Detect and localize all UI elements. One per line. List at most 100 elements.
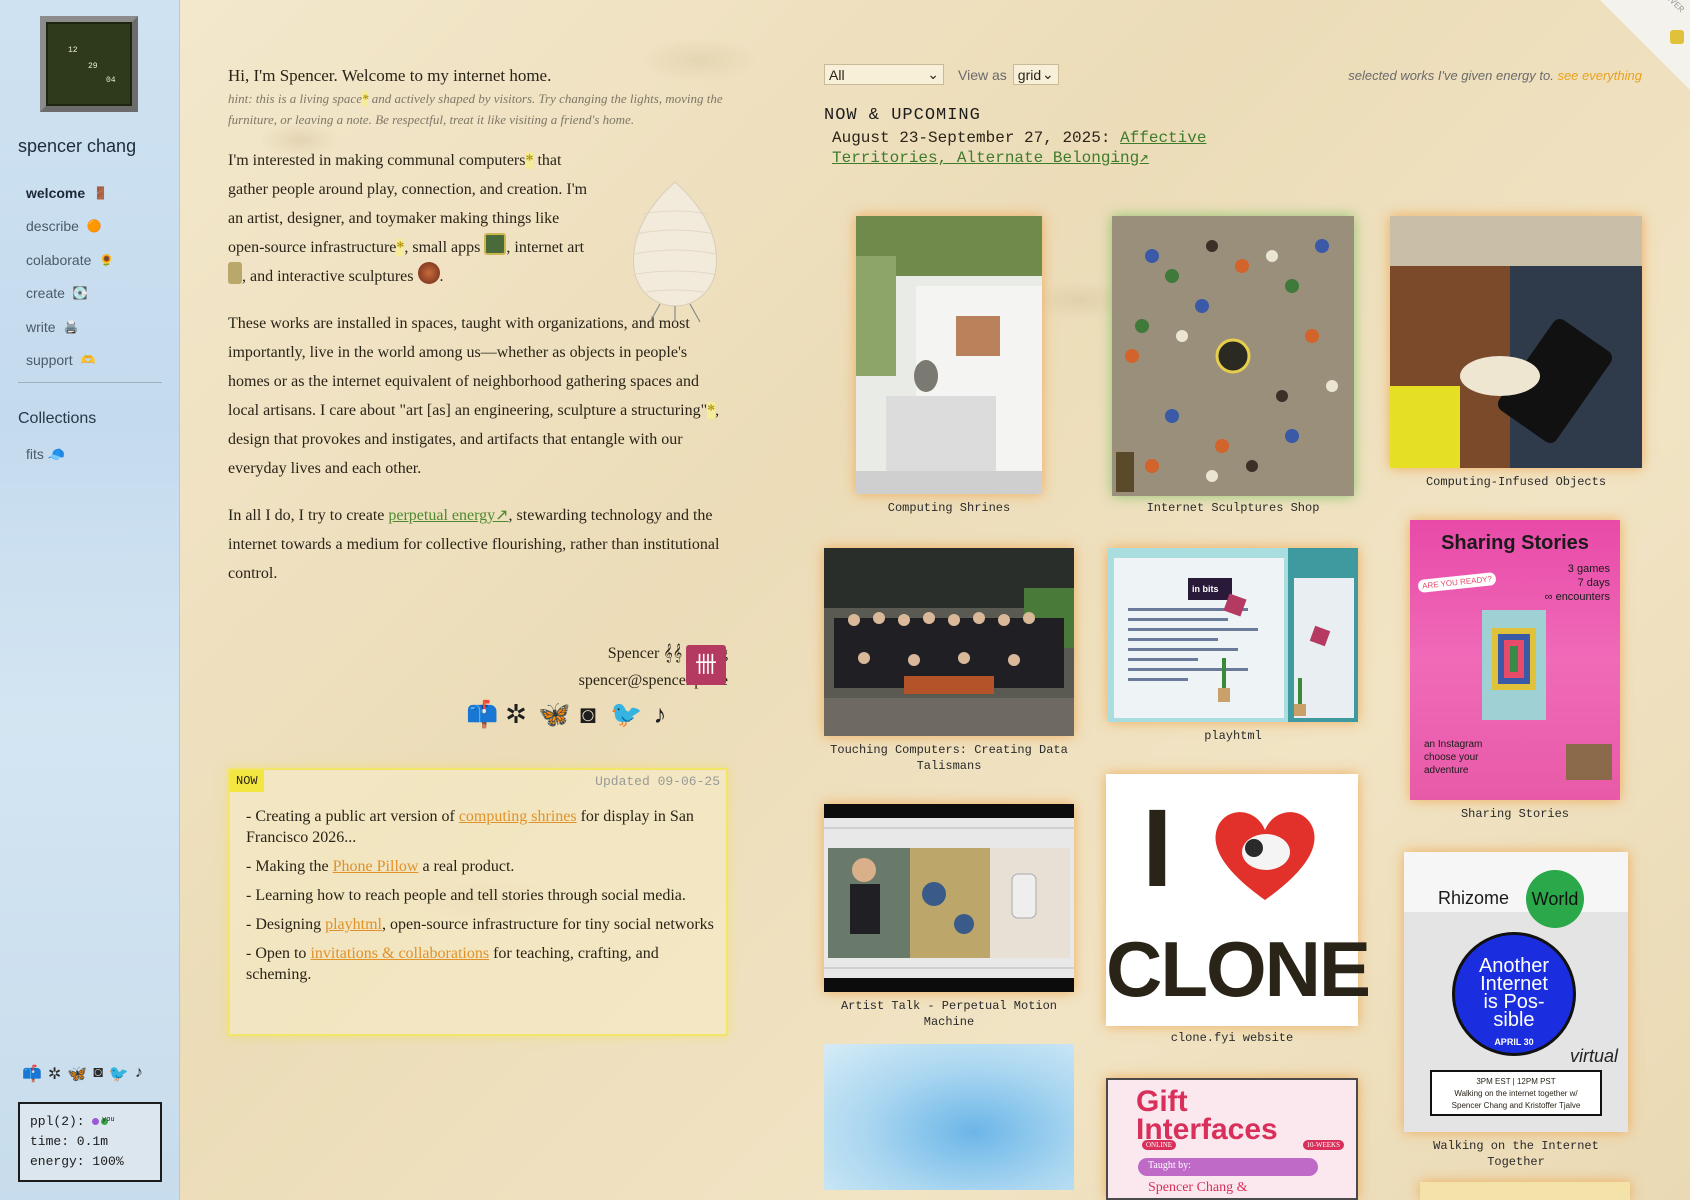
list-item: - Designing playhtml, open-source infras… [246,916,714,933]
chevron-down-icon: ⌄ [1042,66,1054,82]
nav-divider [18,382,162,383]
work-card-partial[interactable] [1420,1182,1630,1200]
nav-item-welcome[interactable]: welcome 🚪 [26,176,114,210]
you-label: you [102,1116,115,1124]
butterfly-icon[interactable]: 🦋 [538,700,570,730]
category-filter-select[interactable]: All ⌄ [824,64,944,85]
work-card-internet-sculptures-shop[interactable]: Internet Sculptures Shop [1112,216,1354,516]
nav-label: describe [26,218,79,235]
sculpture-icon[interactable] [417,262,440,284]
computing-shrines-image [856,216,1042,494]
nav-item-create[interactable]: create 💽 [26,277,114,311]
asterisk-icon[interactable]: ✲ [48,1064,61,1084]
star-marker[interactable]: * [707,402,716,419]
clock-widget[interactable]: 12 29 04 [40,16,138,112]
hint-text: hint: this is a living space* and active… [228,91,723,127]
work-card-clone[interactable]: I CLONE clone.fyi website [1106,774,1371,1046]
work-card-sharing-stories[interactable]: Sharing Stories 3 games 7 days ∞ encounter… [1410,520,1620,821]
app-icon[interactable] [484,233,507,255]
list-item: - Creating a public art version of compu… [246,808,694,846]
clock-seconds: 04 [106,76,116,85]
upcoming-title: NOW & UPCOMING [824,106,981,125]
instagram-icon[interactable]: ◙ [574,700,602,730]
wip-corner[interactable]: WIP FOREVER [1600,0,1690,90]
work-card-gift-interfaces[interactable]: Gift Interfaces ONLINE 10-WEEKS Taught by… [1106,1078,1358,1200]
tiktok-icon[interactable]: ♪ [646,700,674,730]
gift-interfaces-poster: Gift Interfaces ONLINE 10-WEEKS Taught by… [1106,1078,1358,1200]
playhtml-image [1108,548,1358,722]
twitter-icon[interactable]: 🐦 [610,700,642,730]
internet-art-icon[interactable] [228,262,242,284]
signature-name: Spencer 𝄞𝄞 Chang [607,645,728,662]
phone-pillow-link[interactable]: Phone Pillow [333,858,419,875]
sky-image [824,1044,1074,1190]
clock-hours: 12 [68,46,78,55]
work-card-computing-shrines[interactable]: Computing Shrines [856,216,1042,516]
invitations-link[interactable]: invitations & collaborations [310,945,489,962]
nav-item-describe[interactable]: describe 🟠 [26,210,114,244]
list-item: - Open to invitations & collaborations f… [246,945,659,983]
now-badge: NOW [230,770,264,792]
nav-item-colaborate[interactable]: colaborate 🌻 [26,243,114,277]
mailbox-icon[interactable]: 📫 [22,1064,42,1084]
work-card-playhtml[interactable]: in bits playhtml [1108,548,1358,744]
nav-item-write[interactable]: write 🖨️ [26,310,114,344]
card-caption: Touching Computers: Creating Data Talism… [830,743,1068,773]
rhizome-poster: Rhizome World Another Internet is Pos-sibl… [1404,852,1628,1132]
view-as-label: View as [958,66,1007,83]
work-card-touching-computers[interactable]: Touching Computers: Creating Data Talism… [824,548,1074,774]
heart-icon [1210,804,1320,904]
card-caption: Artist Talk - Perpetual Motion Machine [840,999,1058,1029]
clone-poster: I CLONE [1106,774,1371,1026]
butterfly-icon[interactable]: 🦋 [67,1064,87,1084]
work-card-sky[interactable] [824,1044,1074,1190]
social-links: 📫 ✲ 🦋 ◙ 🐦 ♪ [466,700,674,730]
list-item: - Learning how to reach people and tell … [246,887,686,904]
card-caption: Sharing Stories [1460,807,1570,821]
work-card-walking-on-internet[interactable]: Rhizome World Another Internet is Pos-sibl… [1404,852,1628,1169]
wip-icon [1670,30,1684,44]
card-caption: clone.fyi website [1170,1031,1294,1045]
playhtml-badge: in bits [1192,584,1219,594]
disc-icon: 💽 [72,286,88,301]
updated-date: Updated 09-06-25 [595,774,720,789]
signature-block: Spencer 𝄞𝄞 Chang spencer@spencer.place [228,640,728,694]
card-caption: Computing-Infused Objects [1425,475,1607,489]
collections-title: Collections [18,410,97,427]
perpetual-energy-link[interactable]: perpetual energy↗ [388,507,508,524]
site-name[interactable]: spencer chang [18,136,136,157]
asterisk-icon[interactable]: ✲ [502,700,530,730]
sharing-stories-poster: Sharing Stories 3 games 7 days ∞ encounter… [1410,520,1620,800]
playhtml-link[interactable]: playhtml [325,916,382,933]
time-row: time: 0.1m [30,1134,109,1149]
computing-shrines-link[interactable]: computing shrines [459,808,577,825]
orange-circle-icon: 🟠 [86,219,102,234]
mailbox-icon[interactable]: 📫 [466,700,498,730]
partial-card-image [1420,1182,1630,1200]
clock-minutes: 29 [88,62,98,71]
instagram-icon[interactable]: ◙ [93,1064,103,1084]
nav-label: welcome [26,184,86,201]
view-mode-select[interactable]: grid ⌄ [1012,64,1059,85]
card-caption: playhtml [1204,729,1262,743]
collection-item-fits[interactable]: fits 🧢 [26,446,65,463]
intro-paragraph-2: These works are installed in spaces, tau… [228,315,720,477]
intro-paragraph-3: In all I do, I try to create perpetual e… [228,507,720,582]
ppl-row: ppl(2): [30,1112,150,1132]
work-card-artist-talk[interactable]: Artist Talk - Perpetual Motion Machine [824,804,1074,1029]
seal-stamp-icon: 卌 [686,645,726,685]
nav-label: create [26,285,65,302]
twitter-icon[interactable]: 🐦 [109,1064,129,1084]
visitor-stats: ppl(2): you time: 0.1m energy: 100% [18,1102,162,1182]
work-card-computing-infused-objects[interactable]: Computing-Infused Objects [1390,216,1642,490]
list-item: - Making the Phone Pillow a real product… [246,858,515,875]
lamp-icon[interactable] [620,174,730,324]
nav-item-support[interactable]: support 🫶 [26,344,114,378]
tiktok-icon[interactable]: ♪ [135,1064,143,1084]
sunflower-icon: 🌻 [99,252,115,267]
nav-label: support [26,352,73,369]
card-caption: Internet Sculptures Shop [1146,501,1320,515]
nav-label: colaborate [26,251,92,268]
intro-section: Hi, I'm Spencer. Welcome to my internet … [228,66,728,588]
email-address[interactable]: spencer@spencer.place [228,667,728,694]
